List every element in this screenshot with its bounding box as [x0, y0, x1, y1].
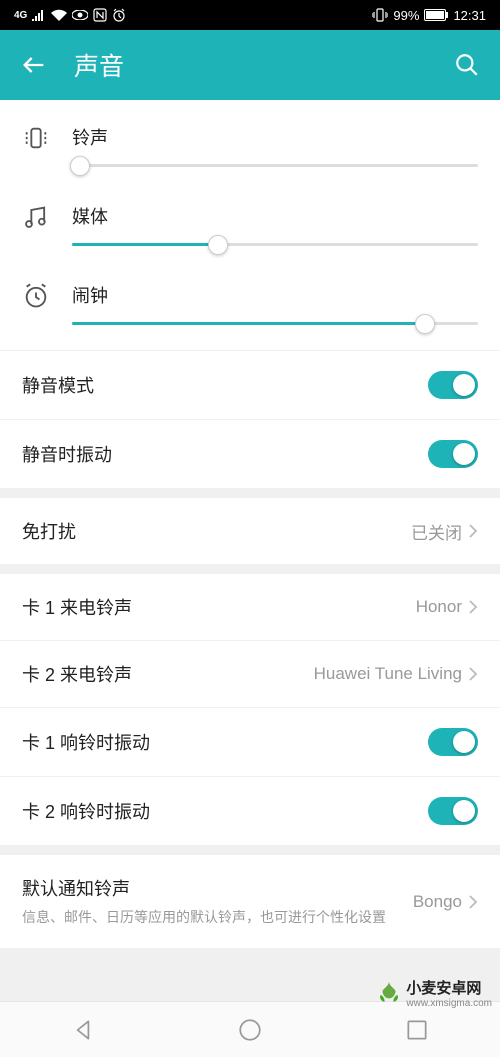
chevron-right-icon [468, 599, 478, 615]
default-notification-value: Bongo [413, 892, 462, 912]
chevron-right-icon [468, 523, 478, 539]
status-bar: 4G 99% 12:31 [0, 0, 500, 30]
alarm-icon [112, 8, 126, 22]
vibrate-silent-toggle[interactable] [428, 440, 478, 468]
ringtone-icon [22, 124, 50, 152]
network-icon: 4G [14, 10, 27, 21]
back-button[interactable] [20, 51, 48, 79]
ringtone-slider[interactable] [72, 164, 478, 167]
watermark: 小麦安卓网 www.xmsigma.com [376, 977, 492, 1009]
search-button[interactable] [454, 52, 480, 78]
dnd-label: 免打扰 [22, 518, 411, 544]
silent-mode-row: 静音模式 [0, 350, 500, 419]
navigation-bar [0, 1001, 500, 1057]
sim2-ring-vibrate-row: 卡 2 响铃时振动 [0, 776, 500, 845]
media-slider-label: 媒体 [72, 203, 478, 229]
sim1-ringtone-label: 卡 1 来电铃声 [22, 594, 416, 620]
sim2-ringtone-label: 卡 2 来电铃声 [22, 661, 314, 687]
signal-icon [32, 9, 46, 21]
sim2-ringtone-row[interactable]: 卡 2 来电铃声 Huawei Tune Living [0, 640, 500, 707]
silent-mode-toggle[interactable] [428, 371, 478, 399]
nav-home-button[interactable] [237, 1017, 263, 1043]
ringtone-slider-label: 铃声 [72, 124, 478, 150]
nav-back-button[interactable] [70, 1017, 96, 1043]
media-slider[interactable] [72, 243, 478, 246]
sim2-ring-vibrate-label: 卡 2 响铃时振动 [22, 798, 428, 824]
sim2-ring-vibrate-toggle[interactable] [428, 797, 478, 825]
default-notification-label: 默认通知铃声 [22, 875, 413, 901]
nav-recent-button[interactable] [404, 1017, 430, 1043]
watermark-icon [376, 980, 402, 1006]
battery-percentage: 99% [393, 8, 419, 23]
watermark-url: www.xmsigma.com [406, 998, 492, 1009]
alarm-slider[interactable] [72, 322, 478, 325]
watermark-brand: 小麦安卓网 [406, 980, 481, 997]
clock-time: 12:31 [453, 8, 486, 23]
alarm-slider-label: 闹钟 [72, 282, 478, 308]
volume-sliders-section: 铃声 媒体 [0, 100, 500, 350]
media-icon [22, 203, 50, 231]
silent-mode-label: 静音模式 [22, 372, 428, 398]
sim1-ring-vibrate-label: 卡 1 响铃时振动 [22, 729, 428, 755]
alarm-clock-icon [22, 282, 50, 310]
sim1-ring-vibrate-toggle[interactable] [428, 728, 478, 756]
vibrate-icon [372, 8, 388, 22]
vibrate-silent-row: 静音时振动 [0, 419, 500, 488]
page-title: 声音 [74, 47, 454, 83]
sim1-ringtone-value: Honor [416, 597, 462, 617]
nfc-icon [93, 8, 107, 22]
sim2-ringtone-value: Huawei Tune Living [314, 664, 462, 684]
page-header: 声音 [0, 30, 500, 100]
dnd-value: 已关闭 [411, 519, 462, 544]
content-scroll[interactable]: 铃声 媒体 [0, 100, 500, 1001]
wifi-icon [51, 9, 67, 21]
sim1-ringtone-row[interactable]: 卡 1 来电铃声 Honor [0, 574, 500, 640]
dnd-row[interactable]: 免打扰 已关闭 [0, 498, 500, 564]
eye-icon [72, 10, 88, 20]
battery-icon [424, 9, 448, 21]
sim1-ring-vibrate-row: 卡 1 响铃时振动 [0, 707, 500, 776]
chevron-right-icon [468, 666, 478, 682]
chevron-right-icon [468, 894, 478, 910]
vibrate-silent-label: 静音时振动 [22, 441, 428, 467]
default-notification-sub: 信息、邮件、日历等应用的默认铃声，也可进行个性化设置 [22, 907, 413, 928]
default-notification-row[interactable]: 默认通知铃声 信息、邮件、日历等应用的默认铃声，也可进行个性化设置 Bongo [0, 855, 500, 948]
